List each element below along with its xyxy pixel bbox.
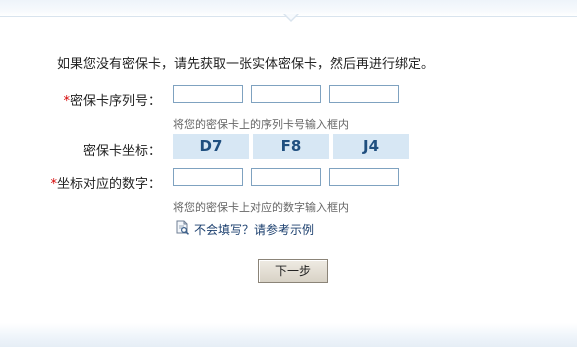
coord-cell-2: F8 [253, 134, 329, 159]
digit-input-1[interactable] [173, 168, 243, 186]
digit-input-3[interactable] [329, 168, 399, 186]
digits-label: 坐标对应的数字： [56, 177, 161, 192]
pointer-notch-inner [285, 14, 297, 20]
serial-input-2[interactable] [251, 85, 321, 103]
document-search-icon [176, 220, 190, 239]
digit-input-2[interactable] [251, 168, 321, 186]
serial-label-group: *密保卡序列号： [63, 90, 161, 109]
serial-input-1[interactable] [173, 85, 243, 103]
bottom-band [0, 323, 577, 347]
coord-cell-3: J4 [333, 134, 409, 159]
help-link-label: 不会填写？请参考示例 [194, 223, 315, 237]
coord-cell-1: D7 [173, 134, 249, 159]
digits-hint: 将您的密保卡上对应的数字输入框内 [173, 201, 349, 214]
coords-label: 密保卡坐标： [82, 144, 161, 159]
digits-label-group: *坐标对应的数字： [50, 173, 161, 192]
serial-input-3[interactable] [329, 85, 399, 103]
next-button[interactable]: 下一步 [258, 259, 328, 283]
help-example-link[interactable]: 不会填写？请参考示例 [176, 220, 314, 239]
serial-label: 密保卡序列号： [69, 94, 161, 109]
intro-text: 如果您没有密保卡，请先获取一张实体密保卡，然后再进行绑定。 [57, 57, 435, 72]
serial-hint: 将您的密保卡上的序列卡号输入框内 [173, 118, 349, 131]
